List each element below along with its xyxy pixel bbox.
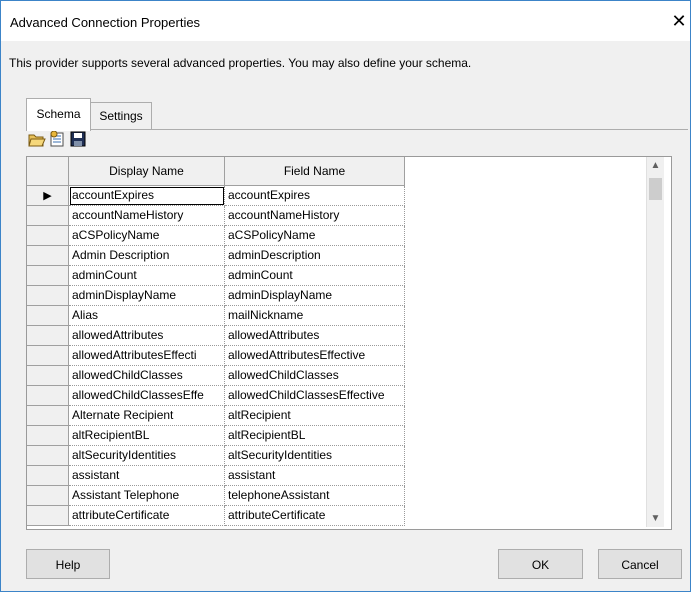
- table-row[interactable]: altSecurityIdentities altSecurityIdentit…: [27, 446, 405, 466]
- row-selector[interactable]: [27, 386, 69, 406]
- display-name-cell[interactable]: allowedChildClasses: [69, 366, 225, 386]
- field-name-cell[interactable]: altRecipient: [225, 406, 405, 426]
- display-name-cell[interactable]: Alias: [69, 306, 225, 326]
- field-name-cell[interactable]: aCSPolicyName: [225, 226, 405, 246]
- table-row[interactable]: allowedChildClasses allowedChildClasses: [27, 366, 405, 386]
- schema-edit-icon[interactable]: [49, 130, 67, 148]
- field-name-cell[interactable]: mailNickname: [225, 306, 405, 326]
- row-selector[interactable]: [27, 426, 69, 446]
- field-name-cell[interactable]: accountExpires: [225, 186, 405, 206]
- table-row[interactable]: adminDisplayName adminDisplayName: [27, 286, 405, 306]
- row-selector[interactable]: [27, 266, 69, 286]
- table-row[interactable]: aCSPolicyName aCSPolicyName: [27, 226, 405, 246]
- close-icon[interactable]: ✕: [668, 10, 690, 32]
- window-title: Advanced Connection Properties: [10, 15, 201, 30]
- display-name-cell[interactable]: allowedAttributesEffecti: [69, 346, 225, 366]
- table-row[interactable]: Alias mailNickname: [27, 306, 405, 326]
- field-name-cell[interactable]: altSecurityIdentities: [225, 446, 405, 466]
- row-selector[interactable]: [27, 286, 69, 306]
- scroll-up-icon[interactable]: ▲: [647, 157, 664, 174]
- current-row-arrow-icon: ▶: [43, 190, 52, 202]
- save-disk-icon[interactable]: [69, 130, 87, 148]
- row-selector[interactable]: [27, 506, 69, 526]
- row-selector[interactable]: [27, 346, 69, 366]
- display-name-cell[interactable]: accountExpires: [69, 186, 225, 206]
- row-selector[interactable]: [27, 226, 69, 246]
- display-name-cell[interactable]: allowedAttributes: [69, 326, 225, 346]
- display-name-cell[interactable]: adminCount: [69, 266, 225, 286]
- display-name-cell[interactable]: adminDisplayName: [69, 286, 225, 306]
- field-name-cell[interactable]: assistant: [225, 466, 405, 486]
- display-name-cell[interactable]: assistant: [69, 466, 225, 486]
- row-selector[interactable]: [27, 206, 69, 226]
- table-row[interactable]: allowedAttributesEffecti allowedAttribut…: [27, 346, 405, 366]
- scroll-down-icon[interactable]: ▼: [647, 510, 664, 527]
- column-header-field-name[interactable]: Field Name: [225, 157, 405, 186]
- table-row[interactable]: assistant assistant: [27, 466, 405, 486]
- description-text: This provider supports several advanced …: [9, 56, 472, 70]
- table-row[interactable]: adminCount adminCount: [27, 266, 405, 286]
- field-name-cell[interactable]: adminCount: [225, 266, 405, 286]
- row-selector[interactable]: [27, 446, 69, 466]
- table-row[interactable]: attributeCertificate attributeCertificat…: [27, 506, 405, 526]
- row-selector[interactable]: [27, 366, 69, 386]
- row-selector-header: [27, 157, 69, 186]
- open-folder-icon[interactable]: [28, 130, 46, 148]
- table-row[interactable]: accountNameHistory accountNameHistory: [27, 206, 405, 226]
- field-name-cell[interactable]: allowedChildClassesEffective: [225, 386, 405, 406]
- row-selector[interactable]: [27, 466, 69, 486]
- advanced-connection-properties-dialog: Advanced Connection Properties ✕ This pr…: [0, 0, 691, 592]
- ok-button[interactable]: OK: [498, 549, 583, 579]
- table-row[interactable]: altRecipientBL altRecipientBL: [27, 426, 405, 446]
- table-row[interactable]: allowedChildClassesEffe allowedChildClas…: [27, 386, 405, 406]
- table-row[interactable]: ▶ accountExpires accountExpires: [27, 186, 405, 206]
- field-name-cell[interactable]: telephoneAssistant: [225, 486, 405, 506]
- table-row[interactable]: Assistant Telephone telephoneAssistant: [27, 486, 405, 506]
- help-button[interactable]: Help: [26, 549, 110, 579]
- tab-schema[interactable]: Schema: [26, 98, 91, 131]
- display-name-cell[interactable]: aCSPolicyName: [69, 226, 225, 246]
- field-name-cell[interactable]: adminDescription: [225, 246, 405, 266]
- cancel-button[interactable]: Cancel: [598, 549, 682, 579]
- field-name-cell[interactable]: allowedAttributes: [225, 326, 405, 346]
- vertical-scrollbar[interactable]: ▲ ▼: [646, 157, 664, 527]
- display-name-cell[interactable]: accountNameHistory: [69, 206, 225, 226]
- field-name-cell[interactable]: adminDisplayName: [225, 286, 405, 306]
- row-selector[interactable]: [27, 246, 69, 266]
- row-selector[interactable]: [27, 486, 69, 506]
- display-name-cell[interactable]: allowedChildClassesEffe: [69, 386, 225, 406]
- schema-grid[interactable]: Display Name Field Name ▶ accountExpires…: [26, 156, 672, 530]
- row-selector[interactable]: [27, 326, 69, 346]
- field-name-cell[interactable]: altRecipientBL: [225, 426, 405, 446]
- display-name-cell[interactable]: Alternate Recipient: [69, 406, 225, 426]
- field-name-cell[interactable]: allowedChildClasses: [225, 366, 405, 386]
- title-bar[interactable]: Advanced Connection Properties ✕: [1, 1, 690, 41]
- row-selector[interactable]: [27, 306, 69, 326]
- display-name-cell[interactable]: altRecipientBL: [69, 426, 225, 446]
- display-name-cell[interactable]: Admin Description: [69, 246, 225, 266]
- display-name-cell[interactable]: attributeCertificate: [69, 506, 225, 526]
- display-name-cell[interactable]: Assistant Telephone: [69, 486, 225, 506]
- field-name-cell[interactable]: attributeCertificate: [225, 506, 405, 526]
- table-row[interactable]: Admin Description adminDescription: [27, 246, 405, 266]
- row-selector[interactable]: ▶: [27, 186, 69, 206]
- tab-settings[interactable]: Settings: [90, 102, 152, 129]
- scroll-thumb[interactable]: [649, 178, 662, 200]
- table-row[interactable]: allowedAttributes allowedAttributes: [27, 326, 405, 346]
- table-row[interactable]: Alternate Recipient altRecipient: [27, 406, 405, 426]
- field-name-cell[interactable]: accountNameHistory: [225, 206, 405, 226]
- display-name-cell[interactable]: altSecurityIdentities: [69, 446, 225, 466]
- row-selector[interactable]: [27, 406, 69, 426]
- field-name-cell[interactable]: allowedAttributesEffective: [225, 346, 405, 366]
- column-header-display-name[interactable]: Display Name: [69, 157, 225, 186]
